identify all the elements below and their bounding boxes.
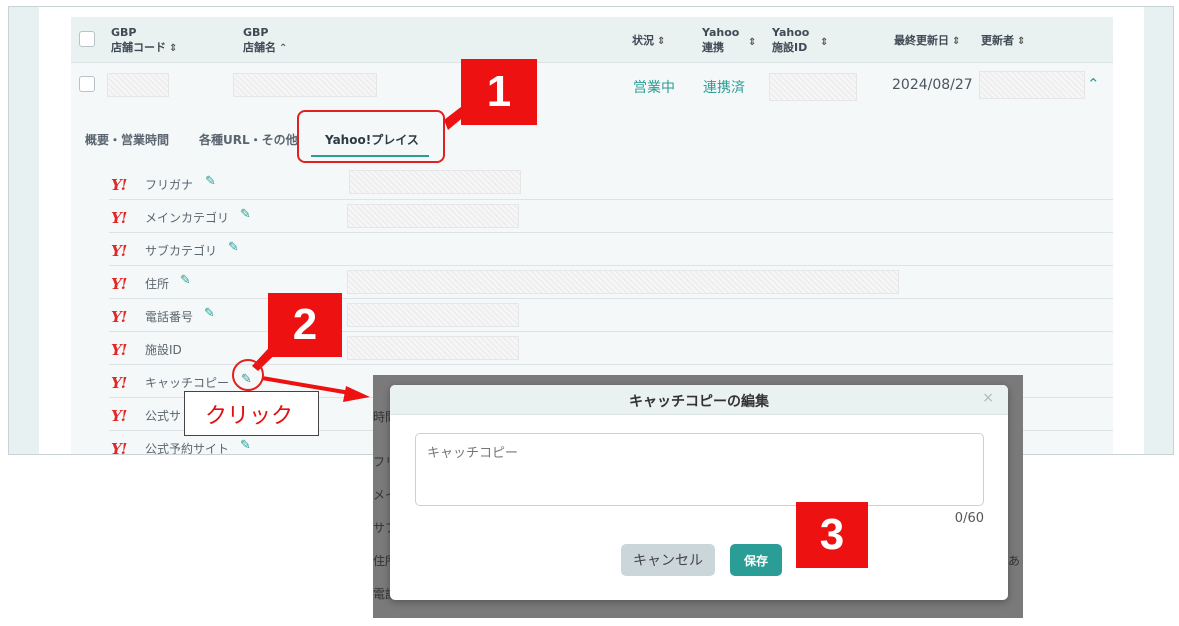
- field-row: Y! 電話番号 ✎: [109, 299, 1113, 332]
- col-yahoo-facility-line2: 施設ID: [772, 41, 808, 54]
- pencil-icon[interactable]: ✎: [180, 273, 198, 291]
- redacted-updater: [979, 71, 1085, 99]
- col-store-code-line1: GBP: [111, 26, 137, 39]
- field-label: キャッチコピー: [145, 376, 230, 390]
- col-store-name-line1: GBP: [243, 26, 269, 39]
- field-label: 公式予約サイト: [145, 442, 230, 455]
- yahoo-logo-icon: Y!: [111, 407, 127, 425]
- col-updater[interactable]: 更新者 ⇕: [981, 33, 1025, 49]
- col-store-code-line2: 店舗コード: [111, 41, 166, 54]
- updated-date: 2024/08/27: [892, 77, 973, 93]
- col-yahoo-facility-line1: Yahoo: [772, 26, 810, 39]
- sort-icon[interactable]: ⇕: [657, 36, 665, 47]
- char-counter: 0/60: [954, 511, 984, 526]
- background-text: あ: [1008, 554, 1021, 568]
- pencil-icon[interactable]: ✎: [205, 174, 223, 192]
- yahoo-logo-icon: Y!: [111, 275, 127, 293]
- callout-3: 3: [796, 502, 868, 568]
- col-store-name-line2: 店舗名: [243, 41, 276, 54]
- click-label: クリック: [184, 391, 319, 436]
- table-header: GBP 店舗コード ⇕ GBP 店舗名 ⌃ 状況 ⇕ Yahoo 連携 ⇕ Yahoo: [71, 17, 1113, 63]
- modal-header: キャッチコピーの編集 ×: [390, 385, 1008, 415]
- yahoo-logo-icon: Y!: [111, 242, 127, 260]
- field-label: 施設ID: [145, 343, 182, 357]
- pencil-icon[interactable]: ✎: [240, 207, 258, 225]
- field-row: Y! 施設ID: [109, 332, 1113, 365]
- col-yahoo-link-line1: Yahoo: [702, 26, 740, 39]
- col-yahoo-link[interactable]: Yahoo 連携: [702, 25, 739, 55]
- status-value: 営業中: [633, 80, 675, 96]
- callout-2: 2: [268, 293, 342, 357]
- col-yahoo-link-line2: 連携: [702, 41, 724, 54]
- save-button[interactable]: 保存: [730, 544, 782, 576]
- col-updated[interactable]: 最終更新日 ⇕: [894, 33, 960, 49]
- redacted-value: [349, 170, 521, 194]
- edit-catchcopy-modal: キャッチコピーの編集 × 0/60 キャンセル 保存: [390, 385, 1008, 600]
- redacted-store-name: [233, 73, 377, 97]
- select-all-checkbox[interactable]: [79, 31, 95, 47]
- sort-asc-icon[interactable]: ⌃: [279, 43, 287, 54]
- sort-icon[interactable]: ⇕: [952, 36, 960, 47]
- col-store-name[interactable]: GBP 店舗名 ⌃: [243, 25, 287, 56]
- field-row: Y! サブカテゴリ ✎: [109, 233, 1113, 266]
- redacted-value: [347, 336, 519, 360]
- field-label: メインカテゴリ: [145, 211, 230, 225]
- tab-highlight-ring: [297, 110, 445, 163]
- sort-icon[interactable]: ⇕: [1017, 36, 1025, 47]
- link-status-value: 連携済: [703, 80, 745, 96]
- sort-icon[interactable]: ⇕: [169, 43, 177, 54]
- callout-1: 1: [461, 59, 537, 125]
- col-yahoo-facility[interactable]: Yahoo 施設ID: [772, 25, 809, 55]
- redacted-value: [347, 303, 519, 327]
- field-row: Y! メインカテゴリ ✎: [109, 200, 1113, 233]
- modal-title: キャッチコピーの編集: [629, 394, 769, 410]
- pencil-icon[interactable]: ✎: [204, 306, 222, 324]
- yahoo-logo-icon: Y!: [111, 374, 127, 392]
- field-label: 公式サ: [145, 409, 182, 423]
- col-store-code[interactable]: GBP 店舗コード ⇕: [111, 25, 177, 56]
- pencil-icon[interactable]: ✎: [240, 438, 258, 454]
- table-row[interactable]: 営業中 連携済 2024/08/27 ⌃: [71, 63, 1113, 107]
- yahoo-logo-icon: Y!: [111, 176, 127, 194]
- col-updated-label: 最終更新日: [894, 34, 949, 47]
- tab-overview[interactable]: 概要・営業時間: [85, 131, 169, 148]
- cancel-button[interactable]: キャンセル: [621, 544, 715, 576]
- redacted-facility-id: [769, 73, 857, 101]
- yahoo-logo-icon: Y!: [111, 440, 127, 455]
- col-status[interactable]: 状況 ⇕: [632, 33, 665, 49]
- sort-icon[interactable]: ⇕: [820, 35, 828, 50]
- col-updater-label: 更新者: [981, 34, 1014, 47]
- yahoo-logo-icon: Y!: [111, 308, 127, 326]
- col-status-label: 状況: [632, 34, 654, 47]
- pencil-highlight-ring: [232, 359, 264, 391]
- row-checkbox[interactable]: [79, 76, 95, 92]
- redacted-value: [347, 204, 519, 228]
- yahoo-logo-icon: Y!: [111, 341, 127, 359]
- yahoo-logo-icon: Y!: [111, 209, 127, 227]
- tab-bar: 概要・営業時間 各種URL・その他 Yahoo!プレイス: [71, 117, 1113, 167]
- field-label: サブカテゴリ: [145, 244, 218, 258]
- catchcopy-textarea[interactable]: [415, 433, 984, 506]
- field-row: Y! フリガナ ✎: [109, 167, 1113, 200]
- redacted-store-code: [107, 73, 169, 97]
- close-icon[interactable]: ×: [982, 390, 994, 406]
- field-label: 電話番号: [145, 310, 194, 324]
- tab-urls[interactable]: 各種URL・その他: [199, 131, 298, 148]
- collapse-chevron-icon[interactable]: ⌃: [1087, 75, 1100, 93]
- pencil-icon[interactable]: ✎: [228, 240, 246, 258]
- sort-icon[interactable]: ⇕: [748, 35, 756, 50]
- redacted-value: [347, 270, 899, 294]
- field-label: フリガナ: [145, 178, 194, 192]
- field-row: Y! 住所 ✎: [109, 266, 1113, 299]
- field-label: 住所: [145, 277, 170, 291]
